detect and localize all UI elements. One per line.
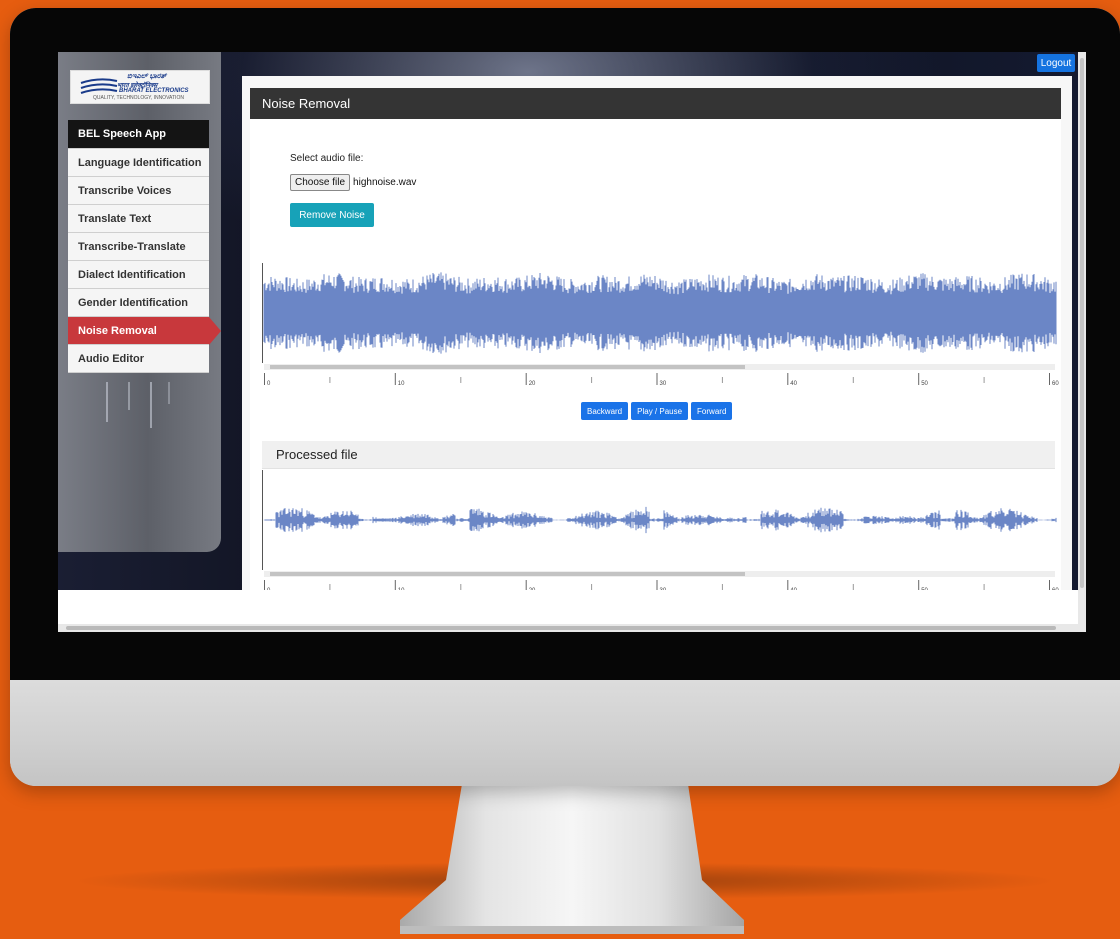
waveform-cursor [262, 470, 263, 570]
waveform-cursor [262, 263, 263, 363]
timeline-tick-label: 30 [660, 381, 667, 387]
monitor-scene: ಬಿಇಎಲ್ ಭಾರತ್ भारत इलेक्ट्रॉनिक्स BHARAT … [0, 0, 1120, 939]
timeline-minor-tick [329, 377, 331, 383]
timeline-tick-label: 10 [398, 381, 405, 387]
waveform-signal [263, 506, 1057, 534]
play-pause-button[interactable]: Play / Pause [631, 402, 689, 420]
sidebar-item-audio-editor[interactable]: Audio Editor [68, 345, 209, 373]
bel-logo[interactable]: ಬಿಇಎಲ್ ಭಾರತ್ भारत इलेक्ट्रॉनिक्स BHARAT … [70, 70, 210, 104]
sidebar-item-label: BEL Speech App [78, 128, 167, 140]
sidebar-item-transcribe-voices[interactable]: Transcribe Voices [68, 177, 209, 205]
waveform-scroll-thumb[interactable] [270, 365, 745, 369]
panel-title: Noise Removal [250, 88, 1061, 119]
sidebar-item-transcribe-translate[interactable]: Transcribe-Translate [68, 233, 209, 261]
horizontal-scrollbar[interactable] [58, 624, 1078, 632]
timeline-minor-tick [591, 377, 593, 383]
panel-body: Select audio file: Choose file highnoise… [250, 119, 1061, 632]
scrollbar-thumb[interactable] [1080, 58, 1084, 588]
timeline-tick-label: 20 [529, 381, 536, 387]
timeline-tick [264, 373, 265, 385]
sidebar-item-dialect-identification[interactable]: Dialect Identification [68, 261, 209, 289]
logo-line-english: BHARAT ELECTRONICS [119, 88, 189, 94]
timeline-tick [394, 373, 396, 385]
choose-file-button[interactable]: Choose file [290, 173, 351, 191]
sidebar-item-label: Transcribe Voices [78, 184, 172, 197]
sidebar-item-gender-identification[interactable]: Gender Identification [68, 289, 209, 317]
sidebar-item-label: Dialect Identification [78, 268, 186, 281]
waveform-scroll-thumb[interactable] [270, 572, 745, 576]
sidebar-item-noise-removal[interactable]: Noise Removal [68, 317, 221, 345]
timeline-tick [787, 373, 789, 385]
original-playback-controls: Backward Play / Pause Forward [581, 402, 733, 420]
logout-button[interactable]: Logout [1037, 54, 1075, 72]
noise-removal-panel: Noise Removal Select audio file: Choose … [242, 76, 1072, 632]
logo-swoosh-icon [80, 78, 118, 94]
processed-waveform[interactable]: 0102030405060 [262, 470, 1059, 605]
sidebar-header: BEL Speech App [68, 120, 209, 149]
sidebar-item-label: Gender Identification [78, 296, 189, 309]
timeline-minor-tick [852, 377, 854, 383]
vertical-scrollbar[interactable] [1078, 52, 1086, 632]
sidebar-light-streaks [106, 382, 170, 428]
processed-file-heading: Processed file [262, 441, 1055, 469]
original-waveform[interactable]: 0 10 20 30 40 50 60 [262, 263, 1059, 398]
timeline-tick-label: 60 [1052, 381, 1059, 387]
active-arrow-icon [209, 317, 221, 345]
sidebar-item-label: Transcribe-Translate [78, 240, 186, 253]
timeline-tick [918, 373, 920, 385]
timeline-tick [525, 373, 527, 385]
timeline-tick [656, 373, 658, 385]
waveform-signal [263, 272, 1057, 354]
original-waveform-canvas: 0 10 20 30 40 50 60 [262, 263, 1059, 387]
select-audio-label: Select audio file: [290, 153, 364, 164]
remove-noise-button[interactable]: Remove Noise [290, 203, 374, 227]
sidebar-nav: BEL Speech App Language Identification T… [68, 120, 221, 373]
processed-waveform-canvas: 0102030405060 [262, 470, 1059, 594]
timeline-tick-label: 50 [921, 381, 928, 387]
screen: ಬಿಇಎಲ್ ಭಾರತ್ भारत इलेक्ट्रॉनिक्स BHARAT … [58, 52, 1086, 632]
timeline-minor-tick [983, 377, 985, 383]
timeline-tick [1049, 373, 1050, 385]
logo-tagline: QUALITY, TECHNOLOGY, INNOVATION [93, 95, 184, 101]
page-footer-area [58, 590, 1078, 624]
sidebar-item-language-identification[interactable]: Language Identification [68, 149, 209, 177]
logo-line-kannada: ಬಿಇಎಲ್ ಭಾರತ್ [127, 73, 167, 80]
timeline-tick-label: 40 [790, 381, 797, 387]
timeline-minor-tick [460, 377, 462, 383]
forward-button[interactable]: Forward [691, 402, 733, 420]
sidebar: ಬಿಇಎಲ್ ಭಾರತ್ भारत इलेक्ट्रॉनिक्स BHARAT … [58, 52, 221, 552]
sidebar-item-label: Translate Text [78, 212, 152, 225]
sidebar-item-label: Noise Removal [78, 324, 157, 337]
selected-file-name: highnoise.wav [353, 176, 417, 188]
file-input[interactable]: Choose file highnoise.wav [290, 173, 416, 191]
monitor-chin [10, 680, 1120, 786]
timeline-minor-tick [721, 377, 723, 383]
sidebar-item-translate-text[interactable]: Translate Text [68, 205, 209, 233]
backward-button[interactable]: Backward [581, 402, 629, 420]
scrollbar-thumb[interactable] [66, 626, 1056, 630]
timeline-tick-label: 0 [267, 381, 271, 387]
sidebar-item-label: Language Identification [78, 156, 202, 169]
sidebar-item-label: Audio Editor [78, 352, 144, 365]
